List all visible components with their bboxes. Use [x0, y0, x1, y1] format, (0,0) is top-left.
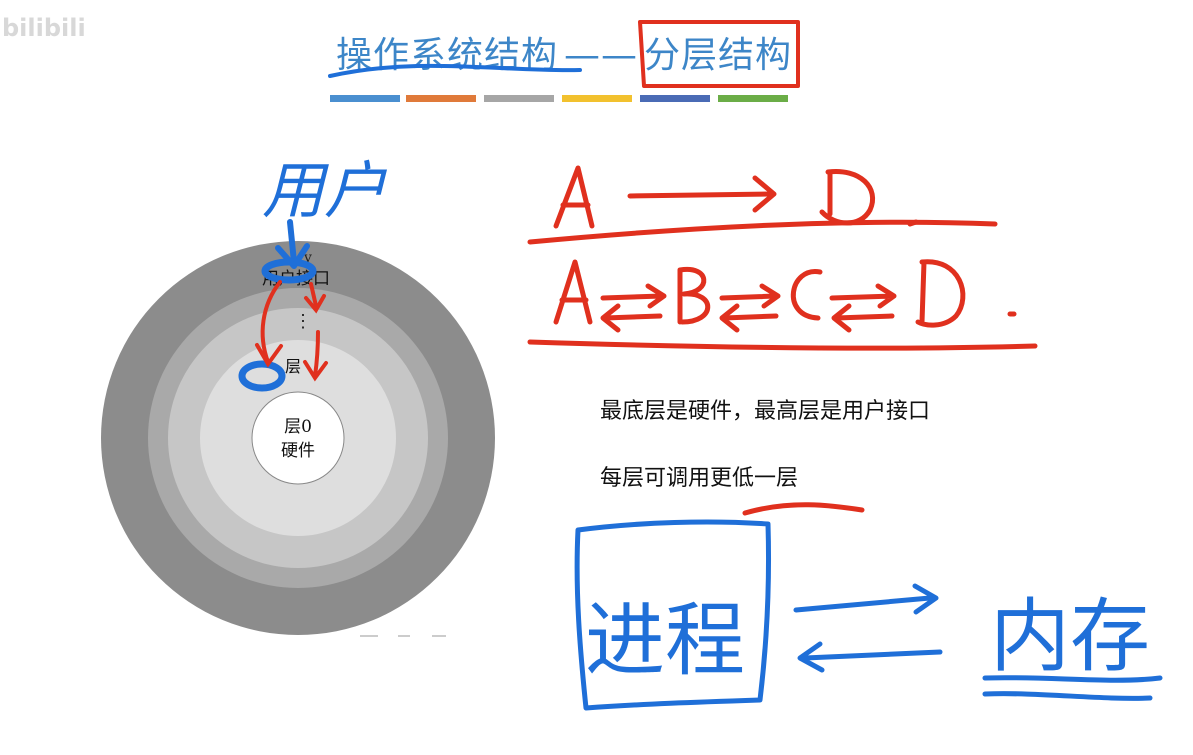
- letter-a-top: [553, 165, 595, 229]
- letter-a-chain: [553, 259, 593, 325]
- slide: bilibili 操作系统结构 —— 分层结构 v 用户接口 ⋮ 层 层0 硬件 用…: [0, 0, 1193, 755]
- ring-label-middle: 层: [285, 357, 301, 376]
- note-line-2-marked: 更低一层: [710, 466, 799, 491]
- note-line-2: 每层可调用更低一层: [600, 460, 798, 492]
- arrow-a-b: [600, 283, 667, 309]
- separator-line-1: [527, 219, 998, 245]
- note-line-1: 最底层是硬件，最高层是用户接口: [600, 399, 931, 424]
- letter-d-top: [819, 169, 876, 226]
- arrow-a-to-d-shaft: [627, 191, 773, 199]
- arrow-memory-to-process: [797, 641, 943, 673]
- arrow-d-c: [831, 303, 895, 333]
- handwritten-memory: 内存: [990, 590, 1150, 683]
- layer-ring-core: [251, 391, 345, 485]
- core-label-layer0: 层0: [284, 417, 312, 437]
- title-highlight-box: [638, 20, 800, 88]
- layer-rings: [101, 241, 495, 635]
- diagram-canvas: v 用户接口 ⋮ 层 层0 硬件 用户 进程 内存: [101, 20, 1163, 711]
- title-underline: [328, 63, 582, 78]
- letter-c: [790, 269, 823, 321]
- note-line-2-plain: 每层可调用: [600, 466, 711, 491]
- handwritten-process: 进程: [585, 594, 745, 687]
- underline-lower-layer: [742, 502, 865, 516]
- arrow-c-b: [719, 303, 779, 333]
- dot-1: [907, 219, 919, 227]
- arrow-c-d: [829, 283, 897, 309]
- core-label-hardware: 硬件: [281, 441, 315, 461]
- user-arrow-shaft: [287, 219, 297, 265]
- separator-line-2: [527, 339, 1038, 351]
- arrow-b-a: [600, 303, 663, 333]
- ring-label-dots: ⋮: [294, 311, 312, 332]
- arrow-b-c: [719, 283, 781, 309]
- arrow-process-to-memory: [793, 583, 939, 615]
- letter-d-chain: [915, 259, 966, 328]
- letter-b: [677, 266, 711, 325]
- handwritten-user-label: 用户: [262, 154, 388, 227]
